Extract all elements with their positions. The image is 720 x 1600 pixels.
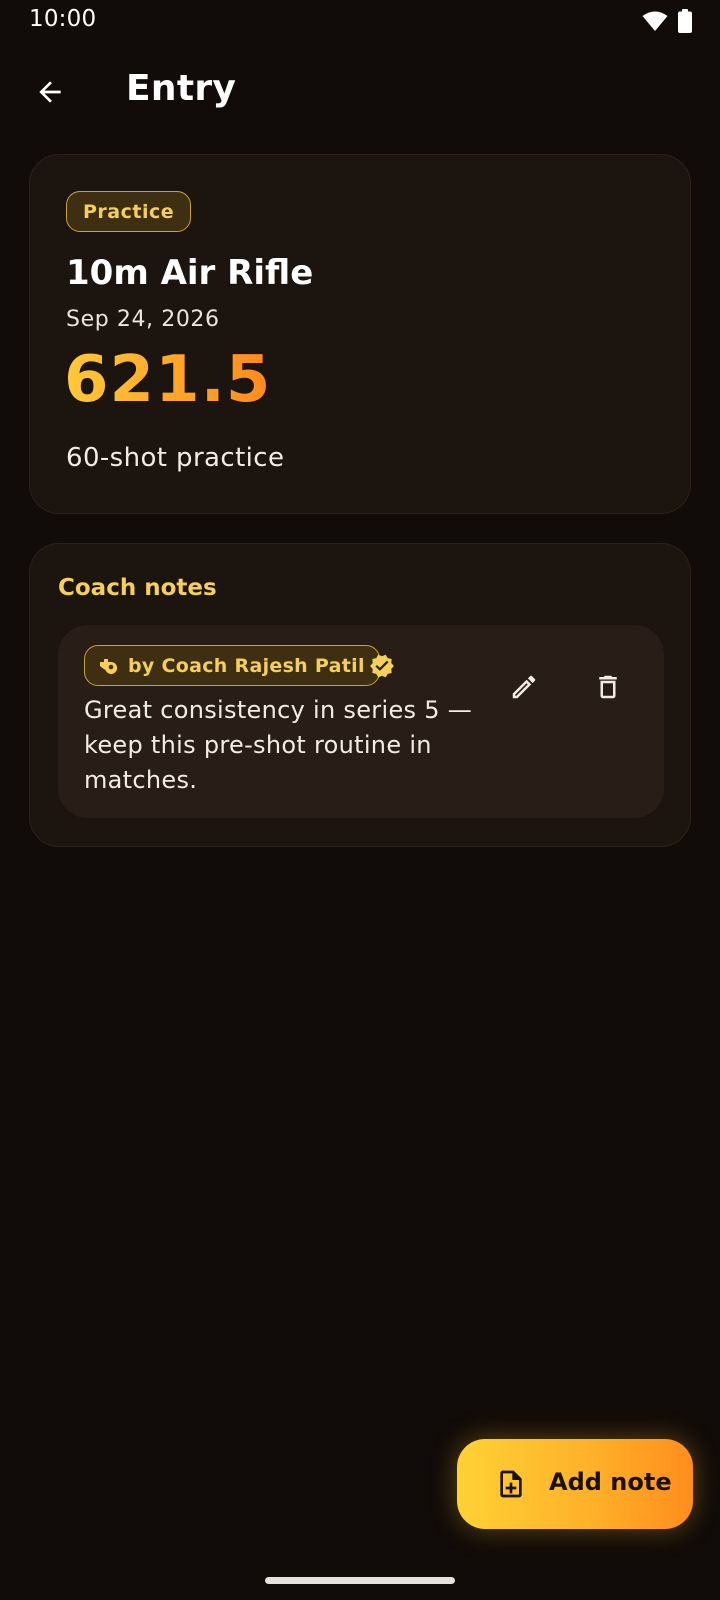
page-title: Entry bbox=[126, 68, 237, 109]
status-bar: 10:00 bbox=[0, 0, 720, 44]
entry-description: 60-shot practice bbox=[66, 443, 285, 473]
status-icons bbox=[642, 9, 692, 33]
session-type-label: Practice bbox=[83, 200, 175, 223]
note-author: by Coach Rajesh Patil bbox=[128, 654, 365, 677]
pencil-icon bbox=[512, 675, 536, 699]
status-time: 10:00 bbox=[29, 6, 97, 32]
verified-icon bbox=[370, 654, 394, 678]
note-text: Great consistency in series 5 — keep thi… bbox=[84, 696, 473, 794]
home-indicator[interactable] bbox=[265, 1577, 455, 1584]
event-name: 10m Air Rifle bbox=[66, 253, 314, 293]
coach-notes-card: Coach notes by Coach Rajesh Patil Great … bbox=[29, 543, 691, 847]
delete-note-button[interactable] bbox=[584, 663, 632, 711]
trash-icon bbox=[599, 675, 617, 699]
author-chip: by Coach Rajesh Patil bbox=[84, 645, 380, 686]
note-item: by Coach Rajesh Patil Great consistency … bbox=[58, 625, 664, 818]
battery-icon bbox=[678, 9, 692, 33]
entry-card: Practice 10m Air Rifle Sep 24, 2026 621.… bbox=[29, 154, 691, 514]
wifi-icon bbox=[642, 11, 668, 31]
coach-notes-heading: Coach notes bbox=[58, 575, 217, 601]
whistle-icon bbox=[100, 658, 118, 674]
score-value: 621.5 bbox=[64, 343, 272, 417]
session-type-badge: Practice bbox=[66, 191, 192, 232]
add-note-button[interactable]: Add note bbox=[457, 1439, 693, 1529]
edit-note-button[interactable] bbox=[500, 663, 548, 711]
app-bar: Entry bbox=[0, 54, 720, 130]
entry-date: Sep 24, 2026 bbox=[66, 307, 220, 332]
arrow-back-icon bbox=[39, 81, 61, 103]
add-note-label: Add note bbox=[549, 1468, 672, 1496]
back-button[interactable] bbox=[26, 68, 74, 116]
screen: 10:00 Entry Practice 10m Air Rifle Sep 2… bbox=[0, 0, 720, 1600]
note-add-icon bbox=[500, 1470, 522, 1498]
